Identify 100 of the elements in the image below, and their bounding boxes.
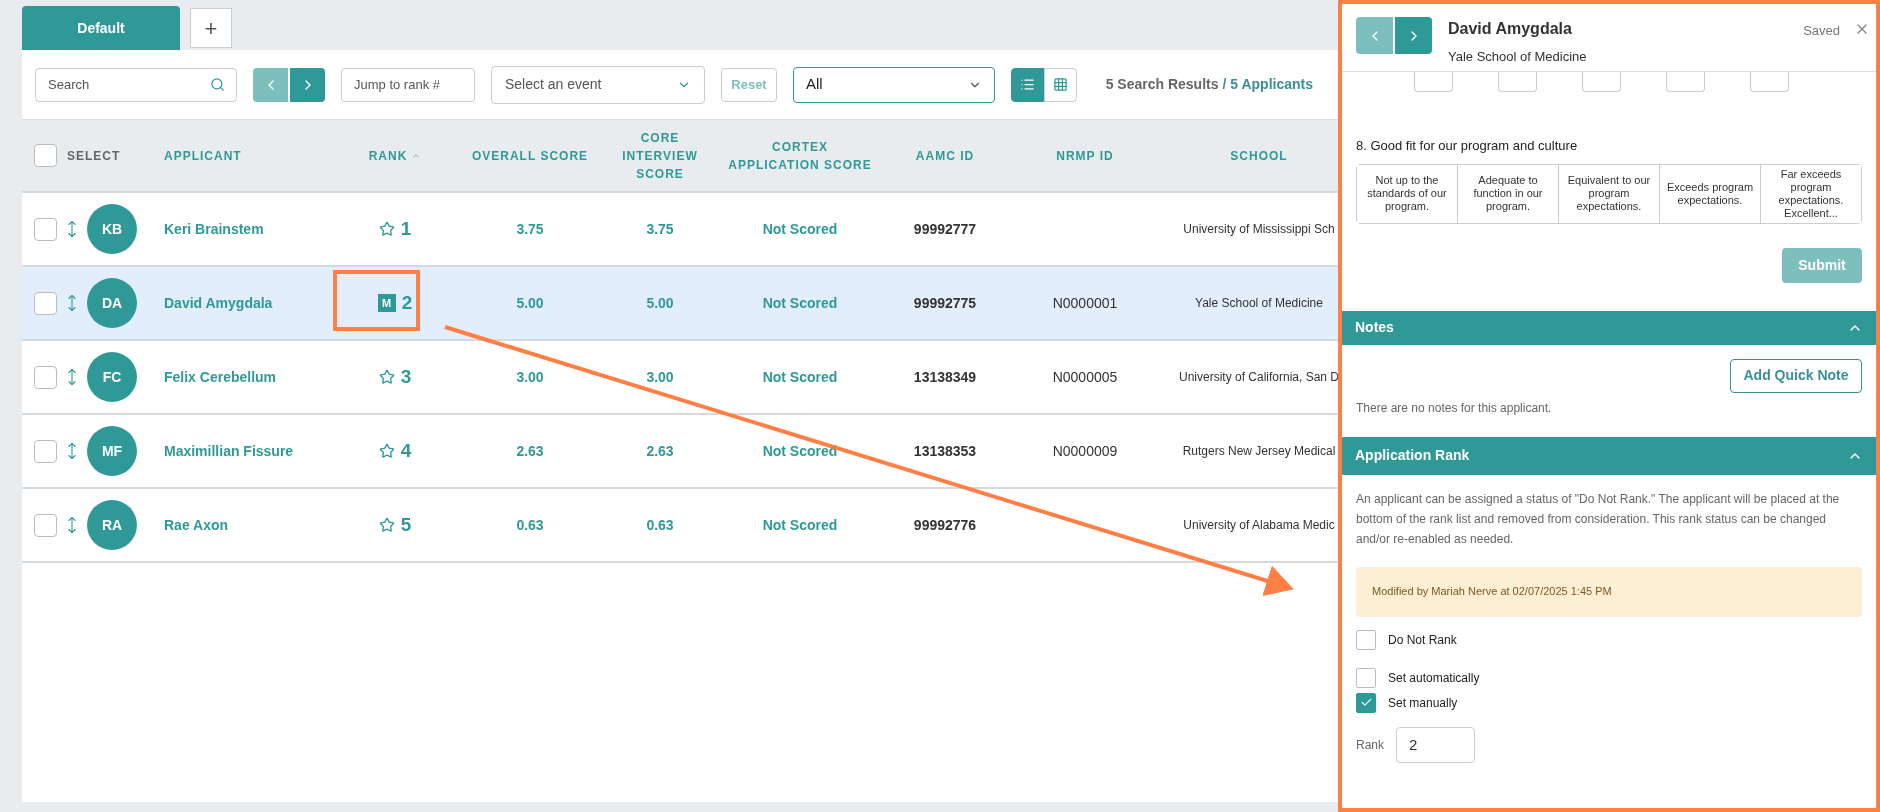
table-cell-text: University of Mississippi Sch — [1183, 221, 1335, 238]
results-count: 5 Search Results — [1105, 75, 1219, 94]
star-icon[interactable] — [378, 443, 395, 459]
avatar: FC — [87, 352, 137, 402]
rank-description: An applicant can be assigned a status of "Do Not Rank." The applicant will be placed at the bottom of the rank list and removed from consideration. This rank status can be changed and/or re-enabled as needed. — [1356, 490, 1841, 548]
table-cell-text: 2.63 — [645, 441, 675, 461]
applicant-link[interactable]: Maximillian Fissure — [164, 443, 294, 459]
avatar: RA — [87, 500, 137, 550]
section-header[interactable]: Application Rank — [1342, 436, 1876, 475]
row-checkbox[interactable] — [34, 439, 57, 463]
applicant-link[interactable]: Keri Brainstem — [164, 221, 264, 237]
table-row[interactable]: DA David Amygdala M 2 5.00 5.00 Not Scored 99992775 N0000001 Yale School of Medicine — [22, 267, 1338, 341]
table-cell-text: University of Alabama Medic — [1183, 517, 1335, 534]
table-cell-text: N0000009 — [1051, 441, 1119, 461]
table-cell-text: 2.63 — [515, 441, 545, 461]
filter-dropdown[interactable]: All — [793, 66, 995, 103]
empty-notes-text: There are no notes for this applicant. — [1356, 399, 1553, 417]
rank-label: Rank — [1356, 736, 1384, 754]
table-cell-text: Not Scored — [761, 367, 839, 387]
checkbox-label: Set automatically — [1388, 669, 1480, 687]
table-cell-text: 99992776 — [912, 515, 978, 535]
next-applicant-button[interactable] — [1395, 17, 1432, 54]
view-tab[interactable]: Default — [22, 6, 180, 50]
score-option[interactable] — [1498, 72, 1537, 92]
star-icon[interactable] — [378, 517, 395, 533]
score-option[interactable] — [1750, 72, 1789, 92]
checkbox-label: Set manually — [1388, 694, 1458, 712]
table-cell-text: 99992775 — [912, 293, 978, 313]
score-option[interactable] — [1414, 72, 1453, 92]
check-icon — [1359, 696, 1373, 709]
search-field[interactable]: Search — [35, 67, 237, 102]
checkbox[interactable] — [1356, 692, 1376, 713]
star-icon[interactable] — [378, 221, 395, 237]
column-header[interactable]: CORE INTERVIEW SCORE — [600, 128, 720, 183]
select-all-checkbox[interactable] — [34, 144, 57, 167]
reset-button[interactable]: Reset — [721, 67, 777, 102]
row-checkbox[interactable] — [34, 217, 57, 241]
table-cell-text: 13138353 — [912, 441, 978, 461]
question-text: 8. Good fit for our program and culture — [1356, 137, 1579, 155]
table-cell-text: 3.00 — [515, 367, 545, 387]
search-icon — [210, 76, 225, 92]
applicant-link[interactable]: David Amygdala — [164, 295, 273, 311]
rank-number: 2 — [401, 290, 413, 315]
applicant-name: David Amygdala — [1448, 19, 1573, 39]
table-cell-text: Yale School of Medicine — [1195, 295, 1323, 312]
list-view-button[interactable] — [1011, 67, 1044, 102]
add-quick-note-button[interactable]: Add Quick Note — [1730, 358, 1862, 393]
event-dropdown[interactable]: Select an event — [491, 65, 705, 104]
table-cell-text: N0000005 — [1051, 367, 1119, 387]
table-cell-text: Rutgers New Jersey Medical — [1182, 443, 1336, 460]
applicant-link[interactable]: Felix Cerebellum — [164, 369, 277, 385]
table-cell-text: University of California, San D — [1178, 369, 1338, 386]
applicants-count: / 5 Applicants — [1222, 75, 1313, 94]
checkbox[interactable] — [1356, 667, 1376, 688]
jump-to-rank-field[interactable]: Jump to rank # — [341, 67, 475, 102]
rank-number: 5 — [400, 512, 412, 537]
column-header[interactable]: OVERALL SCORE — [460, 146, 600, 165]
avatar: DA — [87, 278, 137, 328]
applicant-link[interactable]: Rae Axon — [164, 517, 229, 533]
column-header[interactable]: CORTEX APPLICATION SCORE — [720, 137, 880, 174]
table-cell-text: 3.75 — [645, 219, 675, 239]
table-cell-text: N0000001 — [1051, 293, 1119, 313]
rank-number: 4 — [400, 438, 412, 463]
checkbox[interactable] — [1356, 629, 1376, 650]
table-cell-text: 3.00 — [645, 367, 675, 387]
row-checkbox[interactable] — [34, 513, 57, 537]
rating-option[interactable]: Far exceeds program expectations. Excellent... — [1760, 164, 1861, 223]
column-header[interactable]: SCHOOL — [1160, 146, 1338, 165]
star-icon[interactable] — [378, 369, 395, 385]
previous-button[interactable] — [253, 67, 288, 102]
column-header[interactable]: APPLICANT — [150, 146, 330, 165]
table-cell-text: 5.00 — [515, 293, 545, 313]
grid-icon — [1053, 77, 1068, 92]
section-header[interactable]: Notes — [1342, 310, 1876, 345]
column-header[interactable]: NRMP ID — [1010, 146, 1160, 165]
applicant-school: Yale School of Medicine — [1448, 48, 1587, 66]
manual-rank-badge: M — [377, 294, 396, 312]
grid-view-button[interactable] — [1044, 67, 1077, 102]
table-cell-text: 13138349 — [912, 367, 978, 387]
avatar: MF — [87, 426, 137, 476]
row-checkbox[interactable] — [34, 291, 57, 315]
table-cell-text: 0.63 — [645, 515, 675, 535]
table-cell-text: Not Scored — [761, 219, 839, 239]
modified-notice: Modified by Mariah Nerve at 02/07/2025 1:45 PM — [1356, 566, 1862, 617]
table-cell-text: 99992777 — [912, 219, 978, 239]
score-option[interactable] — [1582, 72, 1621, 92]
row-checkbox[interactable] — [34, 365, 57, 389]
next-button[interactable] — [290, 67, 325, 102]
score-option[interactable] — [1666, 72, 1705, 92]
list-icon — [1020, 77, 1035, 92]
column-header: SELECT — [67, 147, 121, 165]
rank-field[interactable]: 2 — [1396, 726, 1475, 763]
previous-applicant-button[interactable] — [1356, 17, 1393, 54]
column-header[interactable]: AAMC ID — [880, 146, 1010, 165]
add-tab-button[interactable]: + — [190, 8, 232, 48]
rank-number: 1 — [400, 216, 412, 241]
column-header[interactable]: RANK — [330, 146, 460, 165]
table-cell-text: Not Scored — [761, 441, 839, 461]
table-cell-text: Not Scored — [761, 515, 839, 535]
rank-number: 3 — [400, 364, 412, 389]
